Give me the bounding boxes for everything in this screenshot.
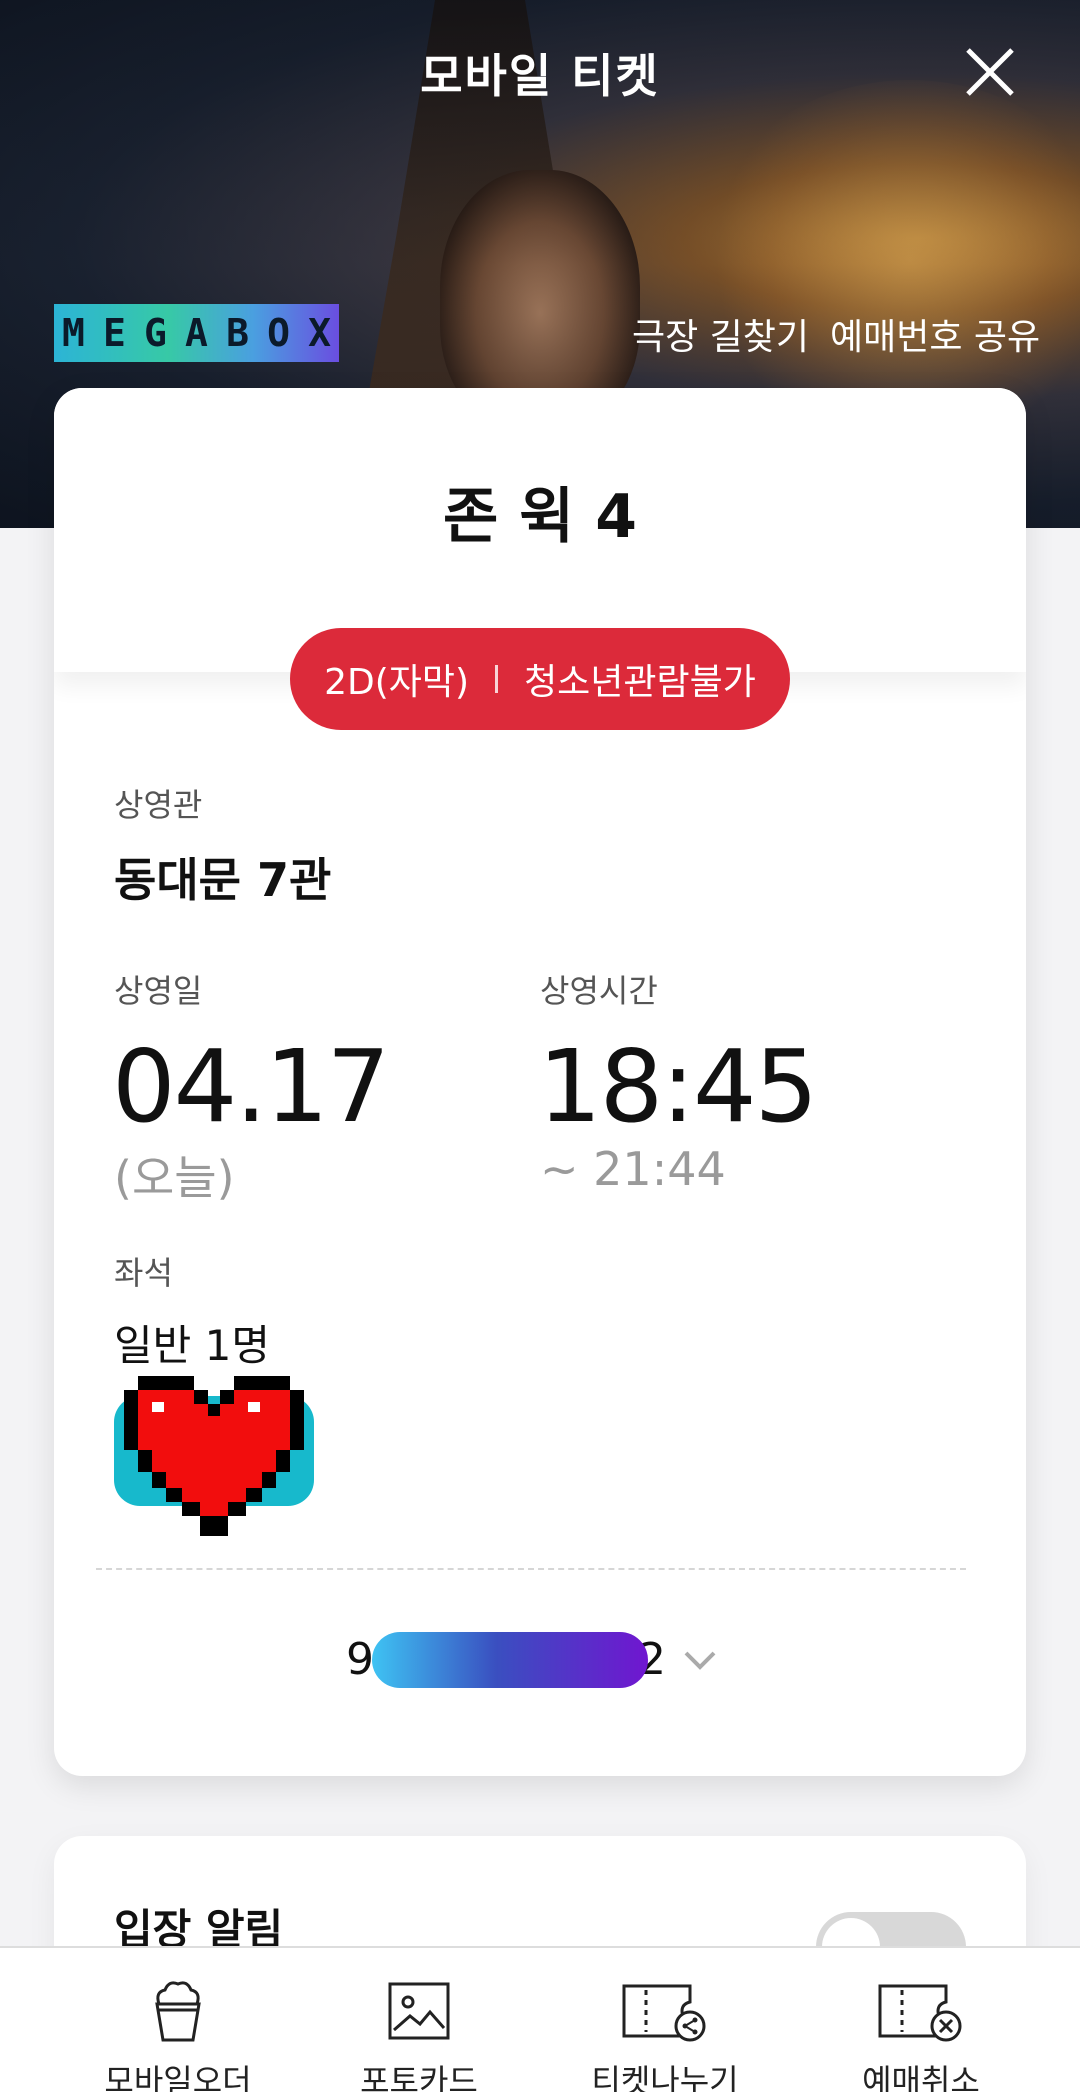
photo-icon: [388, 1982, 450, 2040]
divider: [495, 665, 499, 693]
megabox-logo: M E G A B O X: [54, 304, 339, 362]
popcorn-icon: [155, 1981, 201, 2042]
bottom-nav: 모바일오더 포토카드 티켓나누기 예매취소: [0, 1946, 1080, 2092]
nav-ticket-cancel[interactable]: 예매취소: [810, 1948, 1080, 2092]
movie-title: 존 윅 4: [443, 482, 637, 552]
rating-label: 청소년관람불가: [524, 662, 756, 703]
date-value: 04.17: [112, 1028, 390, 1145]
nav-label: 포토카드: [360, 2062, 478, 2092]
date-label: 상영일: [114, 972, 203, 1010]
page-title: 모바일 티켓: [420, 49, 660, 103]
nav-photo-card[interactable]: 포토카드: [270, 1948, 540, 2092]
time-end: ~ 21:44: [540, 1142, 726, 1196]
booking-code-toggle[interactable]: 9 2: [54, 1628, 1026, 1698]
close-button[interactable]: [962, 44, 1018, 100]
close-icon: [966, 48, 1014, 96]
ticket-cancel-icon: [878, 1984, 962, 2042]
ticket-share-icon: [622, 1984, 706, 2042]
booking-code-start: 9: [346, 1634, 374, 1685]
theater-value: 동대문 7관: [114, 853, 332, 907]
pixel-heart-sticker: [114, 1376, 314, 1536]
ticket-card: 존 윅 4 2D(자막) 청소년관람불가 상영관 동대문 7관 상영일 04.1…: [54, 388, 1026, 1776]
theater-label: 상영관: [114, 786, 203, 824]
chevron-down-icon: [684, 1651, 716, 1670]
time-value: 18:45: [538, 1028, 818, 1145]
nav-mobile-order[interactable]: 모바일오더: [0, 1948, 270, 2092]
format-rating-badge: 2D(자막) 청소년관람불가: [290, 628, 790, 730]
share-booking-number-link[interactable]: 예매번호 공유: [830, 308, 1040, 360]
time-label: 상영시간: [540, 972, 658, 1010]
ticket-divider: [96, 1568, 966, 1570]
theater-directions-link[interactable]: 극장 길찾기: [632, 308, 809, 360]
booking-code-mask: [372, 1632, 648, 1688]
seat-value: 일반 1명: [114, 1321, 270, 1370]
date-sub: (오늘): [114, 1151, 235, 1205]
seat-label: 좌석: [114, 1254, 173, 1292]
nav-label: 모바일오더: [104, 2062, 252, 2092]
nav-label: 예매취소: [862, 2062, 980, 2092]
nav-label: 티켓나누기: [591, 2062, 739, 2092]
format-label: 2D(자막): [324, 662, 470, 703]
nav-ticket-share[interactable]: 티켓나누기: [540, 1948, 810, 2092]
